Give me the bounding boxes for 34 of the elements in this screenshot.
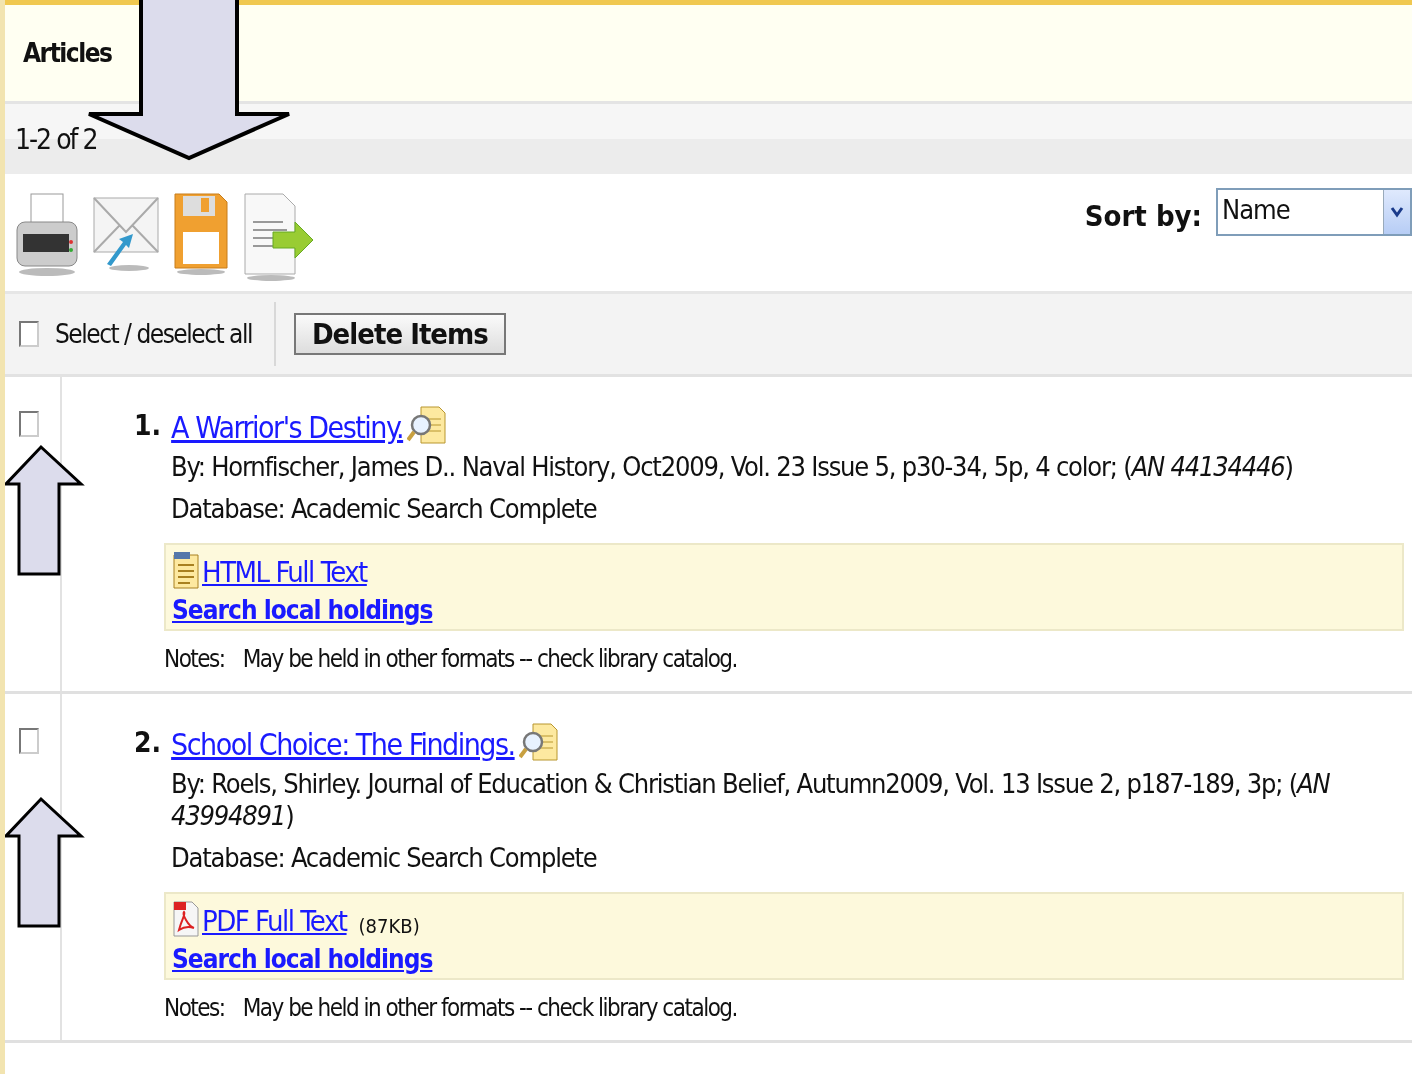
magnifier-document-icon[interactable] xyxy=(407,405,448,445)
magnifier-document-icon[interactable] xyxy=(518,722,559,762)
select-all-label: Select / deselect all xyxy=(55,319,252,349)
file-size-text: (87KB) xyxy=(358,914,420,938)
database-text: Database: Academic Search Complete xyxy=(171,493,598,525)
search-local-holdings-link[interactable]: Search local holdings xyxy=(172,944,433,974)
sort-label: Sort by: xyxy=(1084,199,1202,233)
full-text-link[interactable]: PDF Full Text xyxy=(202,904,347,938)
notes-label: Notes: xyxy=(164,645,225,673)
checkbox[interactable] xyxy=(19,728,39,754)
html-document-icon xyxy=(172,551,200,589)
notes-text: May be held in other formats -- check library catalog. xyxy=(242,994,737,1022)
result-range: 1-2 of 2 xyxy=(15,122,97,156)
notes-text: May be held in other formats -- check library catalog. xyxy=(242,645,737,673)
full-text-link[interactable]: HTML Full Text xyxy=(202,555,367,589)
chevron-down-icon xyxy=(1390,206,1404,218)
delete-items-button[interactable]: Delete Items xyxy=(293,313,506,355)
pdf-document-icon xyxy=(172,900,200,938)
database-text: Database: Academic Search Complete xyxy=(171,842,598,874)
search-local-holdings-link[interactable]: Search local holdings xyxy=(172,595,433,625)
citation-text: By: Roels, Shirley. Journal of Education & Christian Belief, Autumn2009, Vol. 13 Issue 2, p187-189, 3p; (AN 43994891) xyxy=(171,768,1331,832)
notes-label: Notes: xyxy=(164,994,225,1022)
printer-icon[interactable] xyxy=(15,192,79,278)
checkbox[interactable] xyxy=(19,411,39,437)
result-number: 2. xyxy=(134,725,162,761)
checkbox[interactable] xyxy=(19,321,39,347)
document-export-icon[interactable] xyxy=(243,192,315,282)
citation-text: By: Hornfischer, James D.. Naval History, Oct2009, Vol. 23 Issue 5, p30-34, 5p, 4 color; (AN 44134446) xyxy=(171,451,1294,483)
result-number: 1. xyxy=(134,408,162,444)
floppy-disk-icon[interactable] xyxy=(173,192,229,276)
section-title: Articles xyxy=(23,38,112,68)
article-title-link[interactable]: A Warrior's Destiny. xyxy=(171,410,404,445)
article-title-link[interactable]: School Choice: The Findings. xyxy=(171,727,515,762)
sort-dropdown[interactable]: Name xyxy=(1216,188,1412,236)
